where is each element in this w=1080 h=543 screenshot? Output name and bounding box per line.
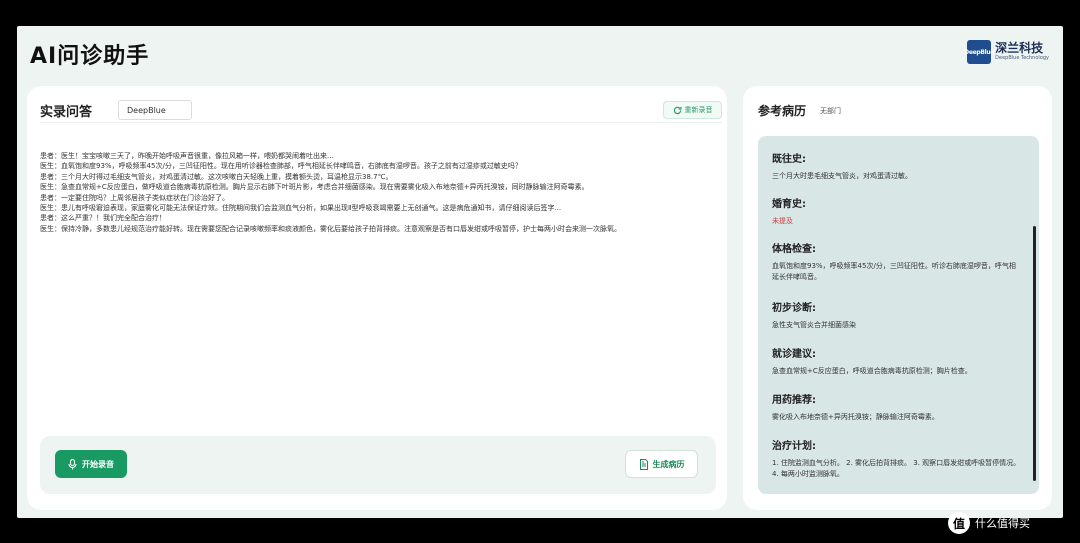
generate-record-label: 生成病历 bbox=[652, 459, 685, 469]
transcript-line: 患者：一定要住院吗？上周邻居孩子类似症状在门诊治好了。 bbox=[40, 193, 229, 202]
recording-title: 实录问答 bbox=[40, 105, 93, 120]
transcript-line: 医生：患儿有呼吸窘迫表现，家庭雾化可能无法保证疗效。住院期间我们会监测血气分析，… bbox=[40, 204, 562, 213]
department-label: 无部门 bbox=[820, 107, 841, 115]
rerecord-button[interactable]: 重新录音 bbox=[663, 101, 722, 119]
transcript: 患者：医生！宝宝咳嗽三天了，昨晚开始呼吸声音很重，像拉风箱一样，喂奶都哭闹着吐出… bbox=[40, 151, 690, 234]
transcript-line: 患者：医生！宝宝咳嗽三天了，昨晚开始呼吸声音很重，像拉风箱一样，喂奶都哭闹着吐出… bbox=[40, 152, 334, 160]
rerecord-label: 重新录音 bbox=[684, 106, 713, 114]
record-panel: 参考病历 无部门 既往史: 三个月大时患毛细支气管炎，对鸡蛋清过敏。 婚育史: … bbox=[743, 86, 1052, 510]
refresh-icon bbox=[673, 106, 682, 114]
transcript-line: 医生：急查血常规+C反应蛋白，做呼吸道合胞病毒抗原检测。胸片显示右肺下叶斑片影，… bbox=[40, 183, 589, 192]
divider bbox=[40, 122, 722, 123]
transcript-line: 医生：血氧饱和度93%，呼吸频率45次/分，三凹征阳性。现在用听诊器检查肺部，呼… bbox=[40, 162, 522, 171]
record-section-advice: 就诊建议: 急查血常规+C反应蛋白，呼吸道合胞病毒抗原检测；胸片检查。 bbox=[772, 349, 972, 375]
record-title: 参考病历 bbox=[758, 104, 807, 118]
start-recording-label: 开始录音 bbox=[82, 459, 114, 469]
transcript-line: 患者：这么严重？！我们完全配合治疗！ bbox=[40, 214, 166, 223]
recording-panel: 实录问答 重新录音 患者：医生！宝宝咳嗽三天了，昨晚开始呼吸声音很重，像拉风箱一… bbox=[27, 86, 727, 510]
speaker-input[interactable] bbox=[118, 100, 192, 120]
document-icon bbox=[639, 458, 648, 470]
watermark: 值 什么值得买 bbox=[948, 512, 1030, 534]
action-bar: 开始录音 生成病历 bbox=[40, 436, 716, 494]
record-content[interactable]: 既往史: 三个月大时患毛细支气管炎，对鸡蛋清过敏。 婚育史: 未提及 体格检查:… bbox=[758, 136, 1039, 494]
app-window: AI问诊助手 DeepBlue 深兰科技 DeepBlue Technology… bbox=[17, 26, 1063, 518]
brand-name: 深兰科技 bbox=[995, 41, 1044, 55]
watermark-text: 什么值得买 bbox=[975, 517, 1030, 530]
record-section-plan: 治疗计划: 1. 住院监测血气分析。 2. 雾化后拍背排痰。 3. 观察口唇发绀… bbox=[772, 441, 1021, 478]
record-section-history: 既往史: 三个月大时患毛细支气管炎，对鸡蛋清过敏。 bbox=[772, 154, 912, 180]
microphone-icon bbox=[68, 458, 77, 469]
record-section-medication: 用药推荐: 雾化吸入布地奈德+异丙托溴铵；静脉输注阿奇霉素。 bbox=[772, 395, 939, 421]
record-section-exam: 体格检查: 血氧饱和度93%，呼吸频率45次/分，三凹征阳性。听诊右肺底湿啰音，… bbox=[772, 244, 1016, 281]
watermark-logo: 值 bbox=[948, 512, 970, 534]
record-section-diagnosis: 初步诊断: 急性支气管炎合并细菌感染 bbox=[772, 303, 856, 329]
start-recording-button[interactable]: 开始录音 bbox=[55, 450, 127, 478]
generate-record-button[interactable]: 生成病历 bbox=[625, 450, 698, 478]
brand: DeepBlue 深兰科技 DeepBlue Technology bbox=[964, 40, 1049, 64]
scrollbar-thumb[interactable] bbox=[1033, 226, 1036, 481]
transcript-line: 患者：三个月大时得过毛细支气管炎，对鸡蛋清过敏。这次咳嗽白天轻晚上重，摸着额头烫… bbox=[40, 172, 393, 181]
brand-subtitle: DeepBlue Technology bbox=[995, 55, 1049, 61]
brand-logo: DeepBlue bbox=[964, 40, 994, 64]
page-title: AI问诊助手 bbox=[30, 44, 150, 69]
record-section-marital: 婚育史: 未提及 bbox=[772, 199, 806, 225]
transcript-line: 医生：保持冷静，多数患儿经规范治疗能好转。现在需要您配合记录咳嗽频率和痰液颜色，… bbox=[40, 224, 621, 233]
